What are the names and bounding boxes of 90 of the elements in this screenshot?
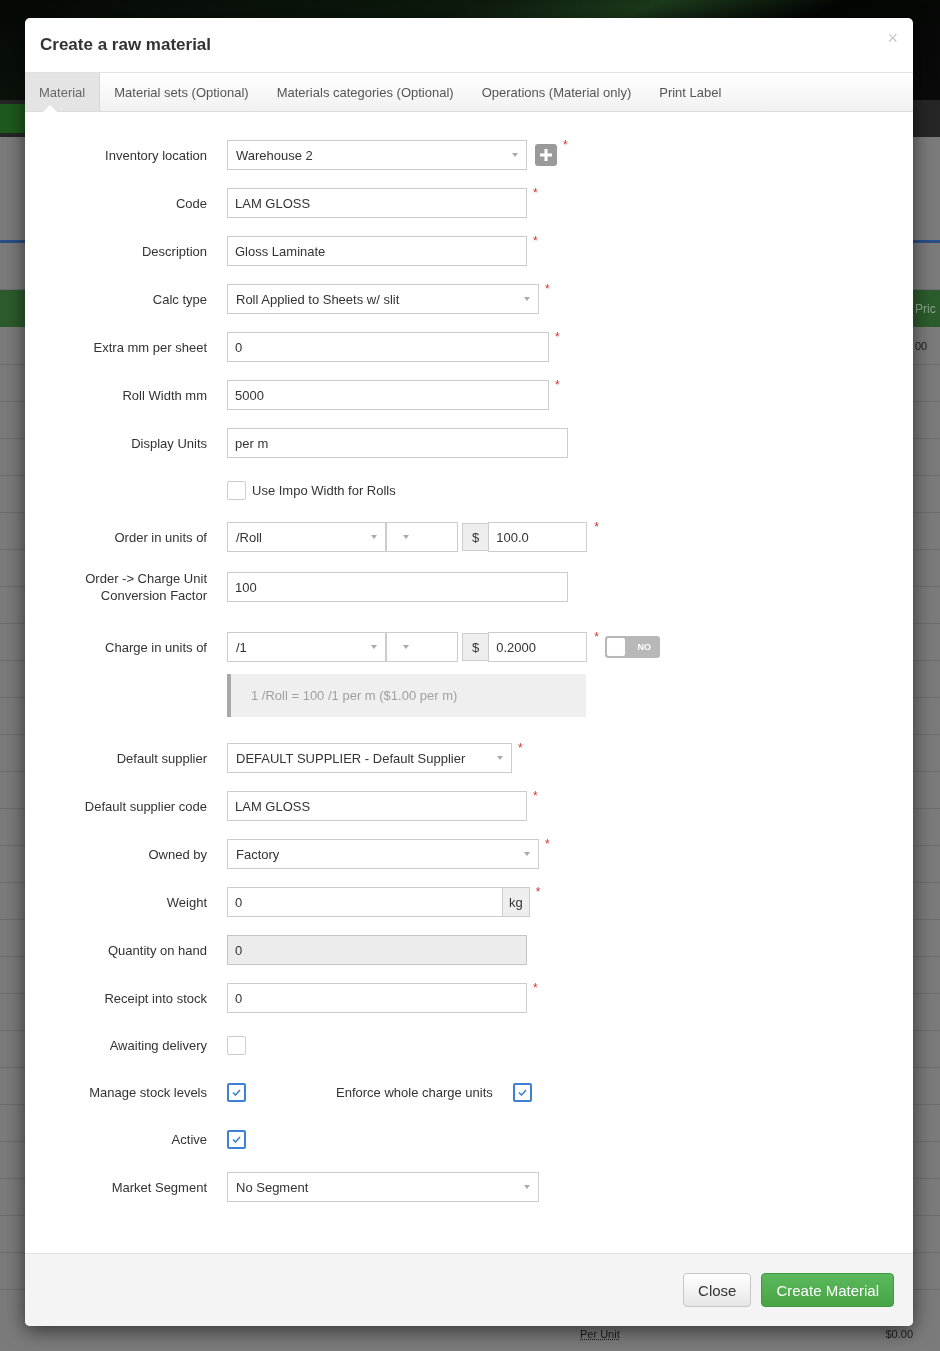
text-field[interactable]: per m [227, 428, 568, 458]
nav-tab[interactable] [0, 104, 25, 133]
price-field[interactable]: 100.0 [488, 522, 588, 552]
required-mark: * [545, 282, 550, 296]
caret-icon [524, 297, 530, 301]
checkbox[interactable] [227, 1083, 246, 1102]
field-label: Charge in units of [105, 638, 207, 656]
dropdown[interactable]: Factory [227, 839, 539, 869]
check-icon [232, 1136, 241, 1143]
required-mark: * [533, 234, 538, 248]
tab[interactable]: Materials categories (Optional) [262, 73, 468, 111]
conversion-note: 1 /Roll = 100 /1 per m ($1.00 per m) [227, 674, 586, 717]
text-field[interactable]: 0 [227, 332, 549, 362]
text-field[interactable]: 5000 [227, 380, 549, 410]
plus-icon [539, 148, 553, 162]
required-mark: * [535, 885, 541, 899]
checkbox[interactable] [227, 1036, 246, 1055]
dropdown[interactable] [386, 632, 458, 662]
field-label: Extra mm per sheet [93, 338, 207, 356]
tab[interactable]: Print Label [645, 73, 736, 111]
tab[interactable]: Material [25, 73, 101, 111]
dropdown[interactable]: /Roll [227, 522, 386, 552]
required-mark: * [594, 630, 599, 644]
field-label: Order -> Charge Unit Conversion Factor [84, 570, 207, 604]
field-label: Enforce whole charge units [336, 1085, 493, 1100]
field-label: Roll Width mm [122, 386, 207, 404]
field-label: Owned by [148, 845, 207, 863]
field-label: Awaiting delivery [109, 1037, 207, 1054]
field-label: Display Units [131, 434, 207, 452]
footer-value: $0.00 [885, 1328, 913, 1340]
field-label: Manage stock levels [89, 1084, 207, 1101]
field-label: Quantity on hand [107, 941, 207, 959]
caret-icon [524, 852, 530, 856]
caret-icon [524, 1185, 530, 1189]
field-label: Receipt into stock [104, 989, 207, 1007]
caret-icon [371, 645, 377, 649]
check-icon [232, 1089, 241, 1096]
dropdown[interactable]: DEFAULT SUPPLIER - Default Supplier [227, 743, 512, 773]
tab[interactable]: Material sets (Optional) [100, 73, 263, 111]
field-label: Description [141, 242, 207, 260]
field-label: Weight [166, 893, 207, 911]
checkbox[interactable] [227, 1130, 246, 1149]
required-mark: * [533, 789, 538, 803]
tab[interactable]: Operations (Material only) [467, 73, 646, 111]
caret-icon [497, 756, 503, 760]
text-field[interactable]: LAM GLOSS [227, 791, 527, 821]
text-field[interactable]: LAM GLOSS [227, 188, 527, 218]
price-field[interactable]: 0.2000 [488, 632, 588, 662]
checkbox[interactable] [512, 1083, 532, 1102]
checkbox[interactable] [227, 480, 246, 500]
field-label: Active [171, 1131, 207, 1148]
table-cell: 00 [915, 339, 928, 352]
text-field[interactable]: Gloss Laminate [227, 236, 527, 266]
required-mark: * [555, 378, 560, 392]
field-label: Calc type [152, 290, 207, 308]
dropdown[interactable]: Warehouse 2 [227, 140, 527, 170]
column-heading: Pric [915, 301, 936, 316]
text-field[interactable]: 100 [227, 572, 568, 602]
field-label: Order in units of [114, 528, 207, 546]
dropdown[interactable]: Roll Applied to Sheets w/ slit [227, 284, 539, 314]
text-field[interactable]: 0 [227, 887, 503, 917]
unit-addon: kg [503, 887, 530, 917]
currency-addon: $ [462, 523, 489, 551]
caret-icon [371, 535, 377, 539]
add-button[interactable] [535, 144, 557, 166]
dialog-title: Create a raw material [40, 35, 212, 55]
required-mark: * [533, 981, 538, 995]
check-icon [517, 1089, 527, 1096]
caret-icon [403, 645, 409, 649]
field-label: Code [175, 194, 207, 212]
required-mark: * [594, 520, 599, 534]
caret-icon [512, 153, 518, 157]
footer-label: Per Unit [580, 1328, 620, 1340]
required-mark: * [563, 138, 568, 152]
field-label: Default supplier [116, 749, 207, 767]
field-label: Inventory location [105, 146, 207, 164]
field-label: Market Segment [111, 1178, 207, 1196]
required-mark: * [545, 837, 550, 851]
currency-addon: $ [462, 633, 489, 661]
required-mark: * [518, 741, 523, 755]
required-mark: * [533, 186, 538, 200]
dropdown[interactable]: /1 [227, 632, 386, 662]
checkbox-label: Use Impo Width for Rolls [252, 482, 396, 498]
field-label: Default supplier code [84, 797, 207, 815]
dropdown[interactable]: No Segment [227, 1172, 539, 1202]
close-button[interactable]: Close [683, 1273, 752, 1307]
dropdown[interactable] [386, 522, 458, 552]
required-mark: * [555, 330, 560, 344]
text-field[interactable]: 0 [227, 983, 527, 1013]
caret-icon [403, 535, 409, 539]
